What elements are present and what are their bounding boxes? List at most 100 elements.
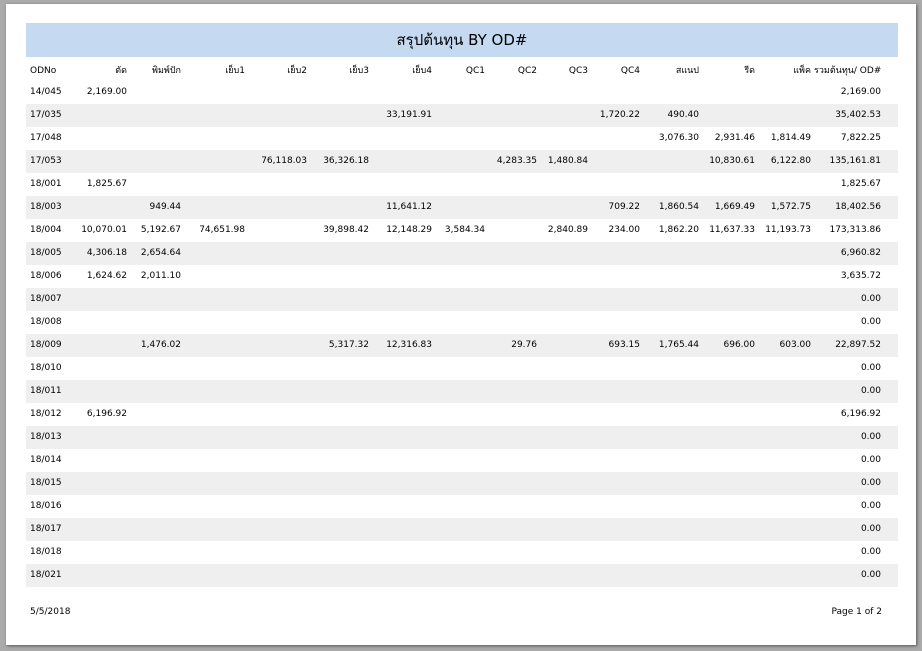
row-total-cell: 0.00 — [860, 501, 881, 511]
column-header-14: รวมต้นทุน/ OD# — [814, 66, 882, 76]
table-row: 18/021 0.00 — [26, 564, 898, 587]
cost-cell: 1,669.49 — [714, 202, 755, 212]
column-header-7: QC1 — [465, 66, 485, 76]
cost-cell: 5,192.67 — [140, 225, 181, 235]
cost-cell: 4,283.35 — [496, 156, 537, 166]
row-total-cell: 35,402.53 — [835, 110, 881, 120]
cost-cell: 11,641.12 — [386, 202, 432, 212]
cost-cell: 603.00 — [779, 340, 812, 350]
cost-cell: 39,898.42 — [323, 225, 369, 235]
column-header-0: ODNo — [30, 66, 57, 76]
od-number-cell: 18/010 — [30, 363, 62, 373]
cost-cell: 6,122.80 — [770, 156, 811, 166]
cost-cell: 234.00 — [608, 225, 641, 235]
cost-cell: 12,148.29 — [386, 225, 432, 235]
cost-cell: 11,637.33 — [709, 225, 755, 235]
report-page: สรุปต้นทุน BY OD# ODNo ตัด พิมพ์ปัก เย็บ1 เย… — [6, 4, 916, 645]
cost-cell: 2,840.89 — [547, 225, 588, 235]
table-row: 18/009 1,476.02 5,317.32 12,316.83 29.76 693.… — [26, 334, 898, 357]
cost-cell: 36,326.18 — [323, 156, 369, 166]
cost-cell: 29.76 — [511, 340, 537, 350]
cost-cell: 1,476.02 — [140, 340, 181, 350]
footer-date: 5/5/2018 — [30, 607, 71, 617]
footer-page-number: Page 1 of 2 — [831, 607, 883, 617]
column-header-10: QC4 — [620, 66, 640, 76]
od-number-cell: 18/003 — [30, 202, 62, 212]
cost-cell: 2,169.00 — [86, 87, 127, 97]
column-header-2: พิมพ์ปัก — [152, 66, 181, 76]
cost-cell: 4,306.18 — [86, 248, 127, 258]
column-header-11: สแนป — [675, 66, 699, 76]
column-header-5: เย็บ3 — [349, 66, 369, 76]
cost-cell: 1,860.54 — [658, 202, 699, 212]
row-total-cell: 0.00 — [860, 547, 881, 557]
row-total-cell: 0.00 — [860, 570, 881, 580]
cost-cell: 1,825.67 — [86, 179, 127, 189]
od-number-cell: 18/015 — [30, 478, 62, 488]
od-number-cell: 17/048 — [30, 133, 62, 143]
cost-cell: 1,862.20 — [658, 225, 699, 235]
row-total-cell: 6,196.92 — [840, 409, 881, 419]
cost-cell: 3,076.30 — [658, 133, 699, 143]
cost-cell: 1,720.22 — [599, 110, 640, 120]
od-number-cell: 17/053 — [30, 156, 62, 166]
od-number-cell: 18/004 — [30, 225, 62, 235]
table-row: 18/014 0.00 — [26, 449, 898, 472]
cost-cell: 696.00 — [723, 340, 756, 350]
od-number-cell: 18/008 — [30, 317, 62, 327]
cost-cell: 3,584.34 — [444, 225, 485, 235]
row-total-cell: 0.00 — [860, 386, 881, 396]
cost-cell: 693.15 — [608, 340, 641, 350]
cost-cell: 74,651.98 — [199, 225, 245, 235]
row-total-cell: 1,825.67 — [840, 179, 881, 189]
column-header-13: แพ็ค — [793, 66, 811, 76]
od-number-cell: 18/007 — [30, 294, 62, 304]
cost-cell: 1,765.44 — [658, 340, 699, 350]
column-header-1: ตัด — [115, 66, 127, 76]
cost-cell: 33,191.91 — [386, 110, 432, 120]
cost-cell: 6,196.92 — [86, 409, 127, 419]
od-number-cell: 18/013 — [30, 432, 62, 442]
cost-cell: 2,654.64 — [140, 248, 181, 258]
table-row: 17/048 3,076.30 2,931.46 1,814.49 7,822.25 — [26, 127, 898, 150]
cost-cell: 12,316.83 — [386, 340, 432, 350]
row-total-cell: 0.00 — [860, 317, 881, 327]
cost-cell: 1,480.84 — [547, 156, 588, 166]
cost-cell: 5,317.32 — [328, 340, 369, 350]
cost-cell: 76,118.03 — [261, 156, 307, 166]
od-number-cell: 18/018 — [30, 547, 62, 557]
row-total-cell: 0.00 — [860, 363, 881, 373]
row-total-cell: 22,897.52 — [835, 340, 881, 350]
od-number-cell: 18/006 — [30, 271, 62, 281]
column-header-9: QC3 — [568, 66, 588, 76]
row-total-cell: 6,960.82 — [840, 248, 881, 258]
cost-cell: 2,931.46 — [714, 133, 755, 143]
row-total-cell: 0.00 — [860, 455, 881, 465]
table-row: 18/003 949.44 11,641.12 709.22 1,860.54 1,669… — [26, 196, 898, 219]
table-row: 18/007 0.00 — [26, 288, 898, 311]
od-number-cell: 18/016 — [30, 501, 62, 511]
table-row: 14/045 2,169.00 2,169.00 — [26, 81, 898, 104]
column-header-6: เย็บ4 — [412, 66, 432, 76]
od-number-cell: 18/017 — [30, 524, 62, 534]
column-header-8: QC2 — [517, 66, 537, 76]
column-header-4: เย็บ2 — [287, 66, 307, 76]
table-row: 18/008 0.00 — [26, 311, 898, 334]
table-row: 18/017 0.00 — [26, 518, 898, 541]
cost-cell: 2,011.10 — [140, 271, 181, 281]
od-number-cell: 18/011 — [30, 386, 62, 396]
row-total-cell: 18,402.56 — [835, 202, 881, 212]
table-row: 18/010 0.00 — [26, 357, 898, 380]
table-row: 17/053 76,118.03 36,326.18 4,283.35 1,480.84… — [26, 150, 898, 173]
column-header-12: รีด — [744, 66, 755, 76]
table-row: 18/011 0.00 — [26, 380, 898, 403]
cost-cell: 490.40 — [667, 110, 700, 120]
row-total-cell: 135,161.81 — [829, 156, 881, 166]
row-total-cell: 0.00 — [860, 294, 881, 304]
cost-cell: 1,814.49 — [770, 133, 811, 143]
table-row: 18/001 1,825.67 1,825.67 — [26, 173, 898, 196]
cost-cell: 10,070.01 — [81, 225, 127, 235]
cost-cell: 1,624.62 — [86, 271, 127, 281]
od-number-cell: 14/045 — [30, 87, 62, 97]
report-title-bar: สรุปต้นทุน BY OD# — [26, 23, 898, 57]
